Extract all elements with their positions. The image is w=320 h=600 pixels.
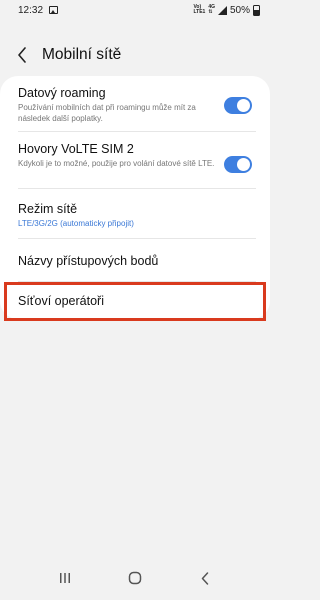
network-mode-value: LTE/3G/2G (automaticky připojit): [18, 219, 134, 228]
network-gen-indicator: 4G ⇅: [208, 5, 215, 15]
setting-data-roaming[interactable]: Datový roaming Používání mobilních dat p…: [18, 86, 256, 124]
gallery-notification-icon: [49, 6, 59, 14]
data-roaming-subtitle: Používání mobilních dat při roamingu můž…: [18, 103, 196, 123]
divider: [18, 188, 256, 189]
volte-toggle[interactable]: [224, 156, 252, 173]
back-button[interactable]: [2, 38, 42, 72]
setting-volte[interactable]: Hovory VoLTE SIM 2 Kdykoli je to možné, …: [18, 142, 256, 169]
navigation-bar: [0, 556, 270, 600]
data-roaming-title: Datový roaming: [18, 86, 106, 100]
recents-button[interactable]: [45, 563, 85, 593]
highlight-box: [4, 282, 266, 321]
setting-network-mode[interactable]: Režim sítě LTE/3G/2G (automaticky připoj…: [18, 202, 256, 229]
home-button[interactable]: [115, 563, 155, 593]
volte-indicator-bottom: LTE1: [193, 9, 206, 15]
back-arrow-icon: [18, 47, 26, 63]
divider: [18, 238, 256, 239]
page-title: Mobilní sítě: [42, 46, 122, 63]
data-roaming-toggle[interactable]: [224, 97, 252, 114]
home-icon: [128, 571, 142, 585]
battery-percent: 50%: [229, 4, 250, 16]
volte-subtitle: Kdykoli je to možné, použije pro volání …: [18, 159, 215, 168]
app-header: Mobilní sítě: [0, 38, 270, 72]
signal-strength-icon: [217, 5, 227, 15]
apn-title: Názvy přístupových bodů: [18, 254, 159, 268]
status-bar: 12:32 Vo) LTE1 4G ⇅ 50%: [0, 0, 270, 20]
status-left: 12:32: [18, 4, 59, 16]
battery-icon: [253, 4, 260, 16]
volte-title: Hovory VoLTE SIM 2: [18, 142, 134, 156]
status-time: 12:32: [18, 4, 44, 16]
setting-apn[interactable]: Názvy přístupových bodů: [18, 254, 256, 269]
recents-icon: [60, 573, 70, 583]
divider: [18, 131, 256, 132]
volte-indicator: Vo) LTE1: [193, 5, 205, 15]
status-right: Vo) LTE1 4G ⇅ 50%: [193, 4, 260, 16]
nav-back-button[interactable]: [185, 563, 225, 593]
network-mode-title: Režim sítě: [18, 202, 78, 216]
nav-back-icon: [201, 571, 209, 585]
network-arrows-icon: ⇅: [208, 9, 213, 15]
